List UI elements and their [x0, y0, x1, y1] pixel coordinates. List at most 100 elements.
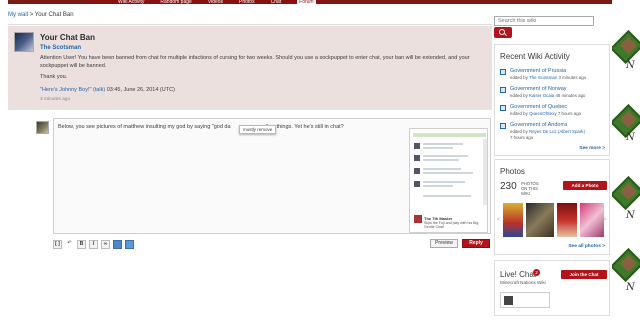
background-letter: N [626, 282, 635, 293]
undo-icon[interactable]: ↶ [65, 240, 74, 249]
thumb-avatar [414, 168, 420, 174]
chat-wiki-name: Minecraft Nations Wiki [500, 280, 546, 285]
thread-signature: "Here's Johnny Boy!" (talk) 03:45, June … [40, 87, 175, 93]
avatar[interactable] [14, 32, 34, 52]
signature-time: 03:45, June 26, 2014 (UTC) [106, 87, 175, 93]
reply-editor[interactable]: Below, you see pictures of matthew insul… [53, 118, 491, 234]
thumb-line [423, 159, 459, 161]
page-edit-icon [500, 105, 506, 111]
thumb-avatar [414, 181, 420, 187]
activity-time: 7 hours ago [557, 111, 582, 116]
thread-author-link[interactable]: The Scotsman [40, 45, 81, 51]
live-chat-module: Live! Chat 2 Minecraft Nations Wiki Join… [494, 260, 610, 316]
thumb-avatar [414, 143, 420, 149]
search-button[interactable] [494, 27, 512, 38]
link-icon[interactable]: ∞ [101, 239, 110, 249]
thumb-line [423, 155, 468, 157]
search-input[interactable] [494, 16, 594, 26]
photo-count: 230 [500, 181, 517, 192]
activity-title-link[interactable]: Government of Prussia [510, 68, 566, 74]
add-photo-button[interactable]: Add a Photo [563, 181, 607, 190]
grass-block-decoration [612, 248, 640, 282]
activity-title-link[interactable]: Government of Quebec [510, 104, 567, 110]
background-letter: N [626, 210, 635, 221]
thumb-line [423, 147, 453, 149]
activity-meta: edited by Reyes De Luz (Albert Spark) [510, 129, 585, 134]
preview-button[interactable]: Preview [430, 239, 458, 248]
activity-meta: edited by The Scotsman 3 minutes ago [510, 75, 586, 80]
reply-area: Below, you see pictures of matthew insul… [8, 116, 492, 252]
see-all-photos-link[interactable]: See all photos > [568, 244, 605, 249]
breadcrumb-separator: > [29, 12, 34, 18]
italic-button[interactable]: I [89, 239, 98, 249]
module-title: Live! Chat [500, 270, 537, 279]
signature-link[interactable]: "Here's Johnny Boy!" (talk) [40, 87, 105, 93]
photo-thumbnail[interactable] [503, 203, 523, 237]
edited-by-label: edited by [510, 93, 528, 98]
activity-user-link[interactable]: Kaiser Ocaia [529, 93, 554, 98]
thread-body: Attention User! You have been banned fro… [40, 55, 470, 69]
photo-count-label: PHOTOS ON THIS WIKI [521, 181, 539, 196]
module-title: Recent Wiki Activity [500, 52, 570, 61]
activity-meta: edited by QueenOfSexy 7 hours ago [510, 111, 581, 116]
thumb-line [423, 195, 471, 197]
source-mode-button[interactable]: [ ] [53, 239, 62, 249]
page-background-right: N N N N [612, 0, 640, 324]
module-title: Photos [500, 167, 525, 176]
page-edit-icon [500, 87, 506, 93]
embedded-screenshot[interactable]: The 7th Master Slips the Fuji and play w… [409, 128, 488, 233]
thread-thanks: Thank you. [40, 74, 68, 80]
thumb-user-caption: Slips the Fuji and play with his Big Gen… [424, 221, 479, 229]
edited-by-label: edited by [510, 75, 528, 80]
thumb-avatar [414, 215, 422, 223]
photos-module: Photos 230 PHOTOS ON THIS WIKI Add a Pho… [494, 159, 610, 255]
avatar [36, 121, 49, 134]
thread-timestamp[interactable]: 3 minutes ago [40, 97, 70, 102]
grass-block-decoration [612, 30, 640, 64]
reply-text-part-1: Below, you see pictures of matthew insul… [58, 124, 231, 130]
thumb-line [423, 172, 473, 174]
activity-user-link[interactable]: Reyes De Luz (Albert Spark) [529, 129, 585, 134]
see-more-link[interactable]: See more > [579, 146, 605, 151]
thumb-line [423, 181, 465, 183]
activity-title-link[interactable]: Government of Norway [510, 86, 567, 92]
divider [8, 24, 492, 25]
breadcrumb-wall-link[interactable]: My wall [8, 12, 28, 18]
breadcrumb-current: Your Chat Ban [34, 12, 74, 18]
edited-by-label: edited by [510, 129, 528, 134]
recent-activity-module: Recent Wiki Activity Government of Pruss… [494, 44, 610, 156]
reply-text: Below, you see pictures of matthew insul… [58, 124, 344, 130]
editor-toolbar: [ ] ↶ B I ∞ [53, 238, 134, 250]
grass-block-decoration [612, 176, 640, 210]
activity-title-link[interactable]: Government of Andorra [510, 122, 567, 128]
photo-thumbnail[interactable] [526, 203, 554, 237]
tooltip: mostly remove [239, 125, 277, 134]
add-video-icon[interactable] [125, 239, 134, 249]
thumb-scrollbar [483, 139, 487, 205]
background-letter: N [626, 132, 635, 143]
activity-user-link[interactable]: QueenOfSexy [529, 111, 557, 116]
thumb-header-bar [413, 133, 486, 137]
thumb-line [423, 185, 453, 187]
activity-time: 3 minutes ago [558, 75, 587, 80]
carousel-next-icon[interactable]: > [603, 217, 607, 223]
right-rail: Recent Wiki Activity Government of Pruss… [492, 4, 612, 324]
breadcrumb: My wall > Your Chat Ban [8, 12, 74, 18]
join-chat-button[interactable]: Join the Chat [561, 270, 607, 279]
thread-title[interactable]: Your Chat Ban [40, 33, 95, 42]
photo-thumbnail[interactable] [557, 203, 577, 237]
photo-thumbnail[interactable] [580, 203, 604, 237]
avatar[interactable] [504, 296, 513, 305]
add-image-icon[interactable] [113, 239, 122, 249]
thumb-avatar [414, 155, 420, 161]
bold-button[interactable]: B [77, 239, 86, 249]
chat-user-count-badge: 2 [533, 269, 540, 276]
activity-user-link[interactable]: The Scotsman [529, 75, 557, 80]
chat-user-list [500, 292, 550, 308]
photo-carousel [498, 203, 608, 237]
page-background-left [0, 0, 8, 324]
page-edit-icon [500, 69, 506, 75]
page-edit-icon [500, 123, 506, 129]
activity-time: 46 minutes ago [555, 93, 586, 98]
reply-button[interactable]: Reply [462, 239, 490, 248]
